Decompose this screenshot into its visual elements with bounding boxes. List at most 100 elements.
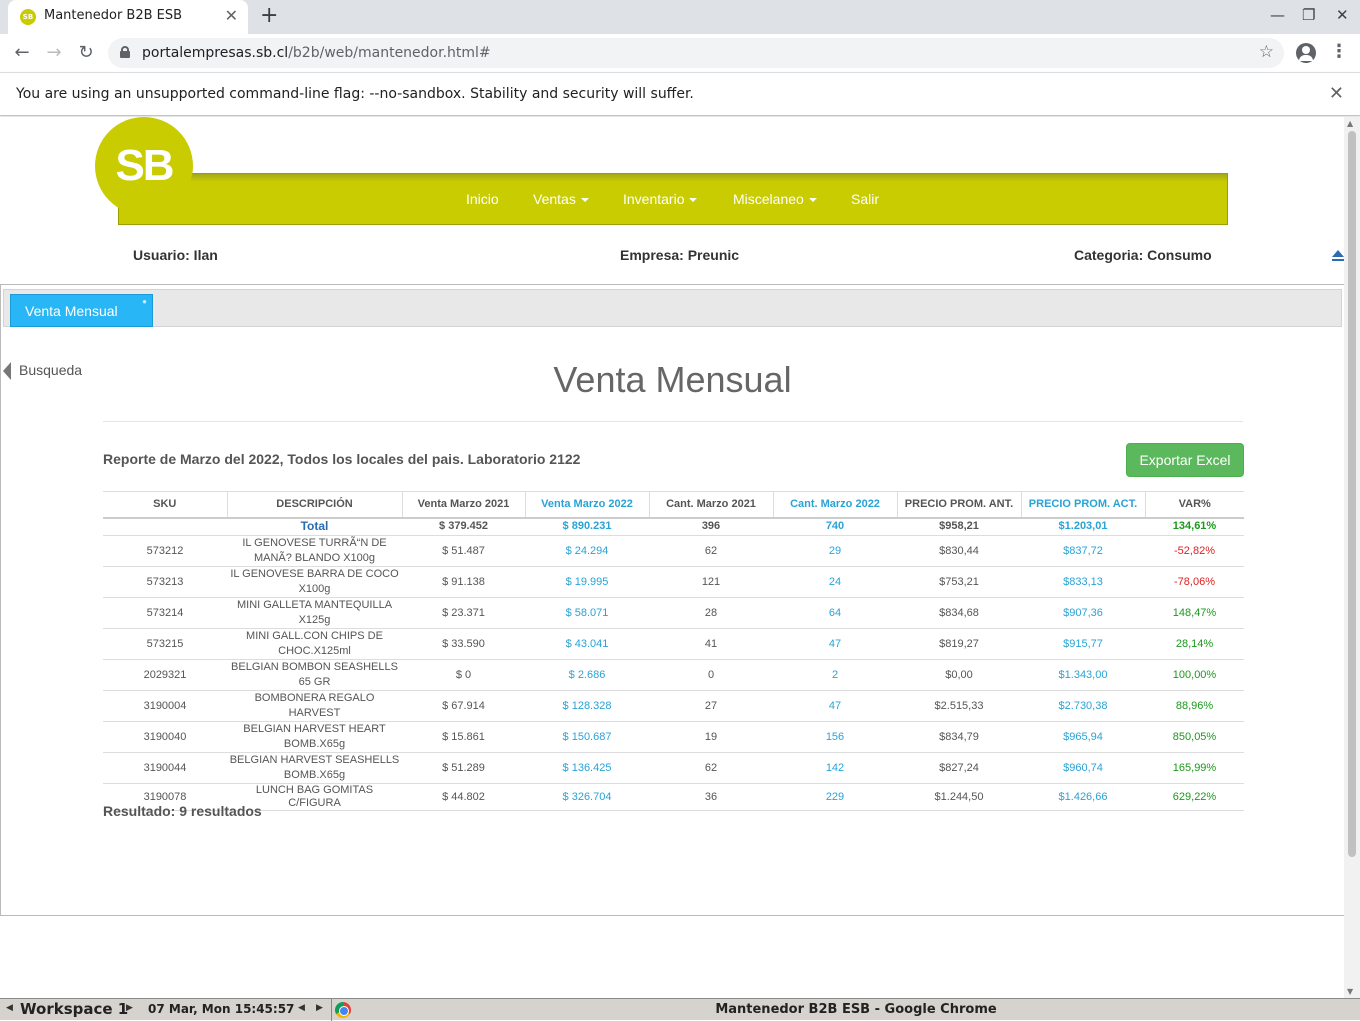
- total-label: Total: [227, 517, 402, 536]
- infobar-close-icon[interactable]: ✕: [1329, 83, 1344, 104]
- cell-precio-act: $960,74: [1021, 752, 1145, 784]
- minimize-icon[interactable]: —: [1270, 6, 1285, 24]
- workspace-tab-strip: Venta Mensual ●: [3, 289, 1342, 327]
- tab-venta-mensual[interactable]: Venta Mensual ●: [10, 294, 153, 327]
- total-precio-act: $1.203,01: [1021, 517, 1145, 536]
- table-row[interactable]: 3190004 BOMBONERA REGALO HARVEST $ 67.914 $…: [103, 690, 1244, 722]
- cell-precio-act: $2.730,38: [1021, 690, 1145, 722]
- cell-cant-2021: 36: [649, 783, 773, 811]
- taskbar-separator: [331, 999, 332, 1021]
- column-header-venta-2022[interactable]: Venta Marzo 2022: [524, 491, 649, 519]
- taskbar-next-icon[interactable]: ▶: [316, 1003, 323, 1013]
- cell-precio-ant: $819,27: [897, 628, 1021, 660]
- cell-var: -78,06%: [1145, 566, 1244, 598]
- table-row[interactable]: 2029321 BELGIAN BOMBON SEASHELLS 65 GR $ 0…: [103, 659, 1244, 691]
- scroll-up-icon[interactable]: ▲: [1347, 119, 1353, 128]
- cell-precio-ant: $753,21: [897, 566, 1021, 598]
- scroll-down-icon[interactable]: ▼: [1347, 987, 1353, 996]
- taskbar-window-title[interactable]: Mantenedor B2B ESB - Google Chrome: [352, 1002, 1360, 1017]
- user-info: Usuario: Ilan: [133, 247, 218, 263]
- category-info: Categoria: Consumo: [1074, 247, 1212, 263]
- workspace-label[interactable]: Workspace 1: [20, 1000, 128, 1018]
- cell-cant-2022: 47: [773, 690, 897, 722]
- browser-menu-icon[interactable]: ⋮: [1330, 41, 1348, 62]
- cell-precio-act: $833,13: [1021, 566, 1145, 598]
- bookmark-star-icon[interactable]: ☆: [1259, 42, 1274, 62]
- table-row[interactable]: 573214 MINI GALLETA MANTEQUILLA X125g $ 23…: [103, 597, 1244, 629]
- cell-venta-2022: $ 128.328: [525, 690, 649, 722]
- cell-precio-ant: $1.244,50: [897, 783, 1021, 811]
- cell-cant-2022: 24: [773, 566, 897, 598]
- url-text[interactable]: portalempresas.sb.cl/b2b/web/mantenedor.…: [142, 45, 491, 61]
- cell-var: 850,05%: [1145, 721, 1244, 753]
- table-row[interactable]: 3190040 BELGIAN HARVEST HEART BOMB.X65g $ …: [103, 721, 1244, 753]
- table-row[interactable]: 3190078 LUNCH BAG GOMITAS C/FIGURA $ 44.80…: [103, 783, 1244, 811]
- column-header-precio-act[interactable]: PRECIO PROM. ACT.: [1020, 491, 1145, 519]
- forward-icon[interactable]: →: [42, 41, 66, 65]
- page-title: Venta Mensual: [553, 359, 792, 400]
- result-count: Resultado: 9 resultados: [103, 803, 262, 819]
- main-navbar: Inicio Ventas Inventario Miscelaneo Sali…: [118, 173, 1228, 225]
- profile-icon[interactable]: [1296, 43, 1316, 63]
- column-header-sku[interactable]: SKU: [103, 491, 227, 519]
- table-row[interactable]: 573215 MINI GALL.CON CHIPS DE CHOC.X125ml…: [103, 628, 1244, 660]
- cell-cant-2021: 27: [649, 690, 773, 722]
- workspace-next-icon[interactable]: ▶: [126, 1003, 133, 1013]
- column-header-description[interactable]: DESCRIPCIÓN: [226, 491, 402, 519]
- nav-miscelaneo[interactable]: Miscelaneo: [733, 191, 817, 207]
- column-header-var[interactable]: VAR%: [1144, 491, 1244, 519]
- column-header-precio-ant[interactable]: PRECIO PROM. ANT.: [896, 491, 1021, 519]
- cell-var: 629,22%: [1145, 783, 1244, 811]
- browser-tab[interactable]: SB Mantenedor B2B ESB ✕: [8, 0, 248, 34]
- nav-salir[interactable]: Salir: [851, 191, 879, 207]
- total-var: 134,61%: [1145, 517, 1244, 536]
- workspace-prev-icon[interactable]: ◀: [6, 1003, 13, 1013]
- table-row[interactable]: 3190044 BELGIAN HARVEST SEASHELLS BOMB.X6…: [103, 752, 1244, 784]
- cell-precio-act: $965,94: [1021, 721, 1145, 753]
- restore-icon[interactable]: ❐: [1302, 6, 1315, 24]
- tab-close-icon[interactable]: ✕: [225, 6, 238, 25]
- back-icon[interactable]: ←: [10, 41, 34, 65]
- cell-venta-2021: $ 51.289: [402, 752, 525, 784]
- reload-icon[interactable]: ↻: [74, 41, 98, 65]
- nav-inventario[interactable]: Inventario: [623, 191, 698, 207]
- column-header-cant-2022[interactable]: Cant. Marzo 2022: [772, 491, 897, 519]
- address-bar[interactable]: portalempresas.sb.cl/b2b/web/mantenedor.…: [108, 38, 1284, 68]
- site-favicon-icon: SB: [20, 9, 36, 25]
- nav-ventas[interactable]: Ventas: [533, 191, 589, 207]
- cell-sku: 3190040: [103, 721, 227, 753]
- taskbar-prev-icon[interactable]: ◀: [298, 1003, 305, 1013]
- export-excel-button[interactable]: Exportar Excel: [1126, 443, 1244, 477]
- cell-desc: IL GENOVESE BARRA DE COCO X100g: [227, 566, 402, 598]
- column-header-venta-2021[interactable]: Venta Marzo 2021: [401, 491, 525, 519]
- site-logo[interactable]: SB: [95, 117, 193, 215]
- cell-sku: 2029321: [103, 659, 227, 691]
- page-scrollbar[interactable]: ▲ ▼: [1344, 117, 1360, 998]
- column-header-cant-2021[interactable]: Cant. Marzo 2021: [648, 491, 773, 519]
- lock-icon[interactable]: [120, 46, 130, 58]
- page-viewport: SB Inicio Ventas Inventario Miscelaneo S…: [0, 117, 1360, 998]
- new-tab-icon[interactable]: +: [260, 3, 278, 28]
- total-venta-2021: $ 379.452: [402, 517, 525, 536]
- table-row[interactable]: 573213 IL GENOVESE BARRA DE COCO X100g $ 9…: [103, 566, 1244, 598]
- cell-cant-2021: 28: [649, 597, 773, 629]
- cell-cant-2021: 62: [649, 752, 773, 784]
- total-cant-2022: 740: [773, 517, 897, 536]
- cell-venta-2022: $ 150.687: [525, 721, 649, 753]
- cell-cant-2022: 64: [773, 597, 897, 629]
- cell-sku: 3190004: [103, 690, 227, 722]
- cell-precio-ant: $2.515,33: [897, 690, 1021, 722]
- cell-desc: MINI GALL.CON CHIPS DE CHOC.X125ml: [227, 628, 402, 660]
- cell-precio-ant: $0,00: [897, 659, 1021, 691]
- tab-close-icon[interactable]: ●: [142, 297, 147, 306]
- nav-inicio[interactable]: Inicio: [466, 191, 499, 207]
- scrollbar-thumb[interactable]: [1348, 131, 1356, 857]
- window-close-icon[interactable]: ✕: [1336, 6, 1349, 24]
- cell-venta-2021: $ 67.914: [402, 690, 525, 722]
- total-precio-ant: $958,21: [897, 517, 1021, 536]
- cell-precio-act: $1.343,00: [1021, 659, 1145, 691]
- table-row[interactable]: 573212 IL GENOVESE TURRÃ“N DE MANÃ? BLAND…: [103, 535, 1244, 567]
- cell-desc: MINI GALLETA MANTEQUILLA X125g: [227, 597, 402, 629]
- cell-precio-ant: $834,68: [897, 597, 1021, 629]
- chrome-icon[interactable]: [335, 1002, 351, 1018]
